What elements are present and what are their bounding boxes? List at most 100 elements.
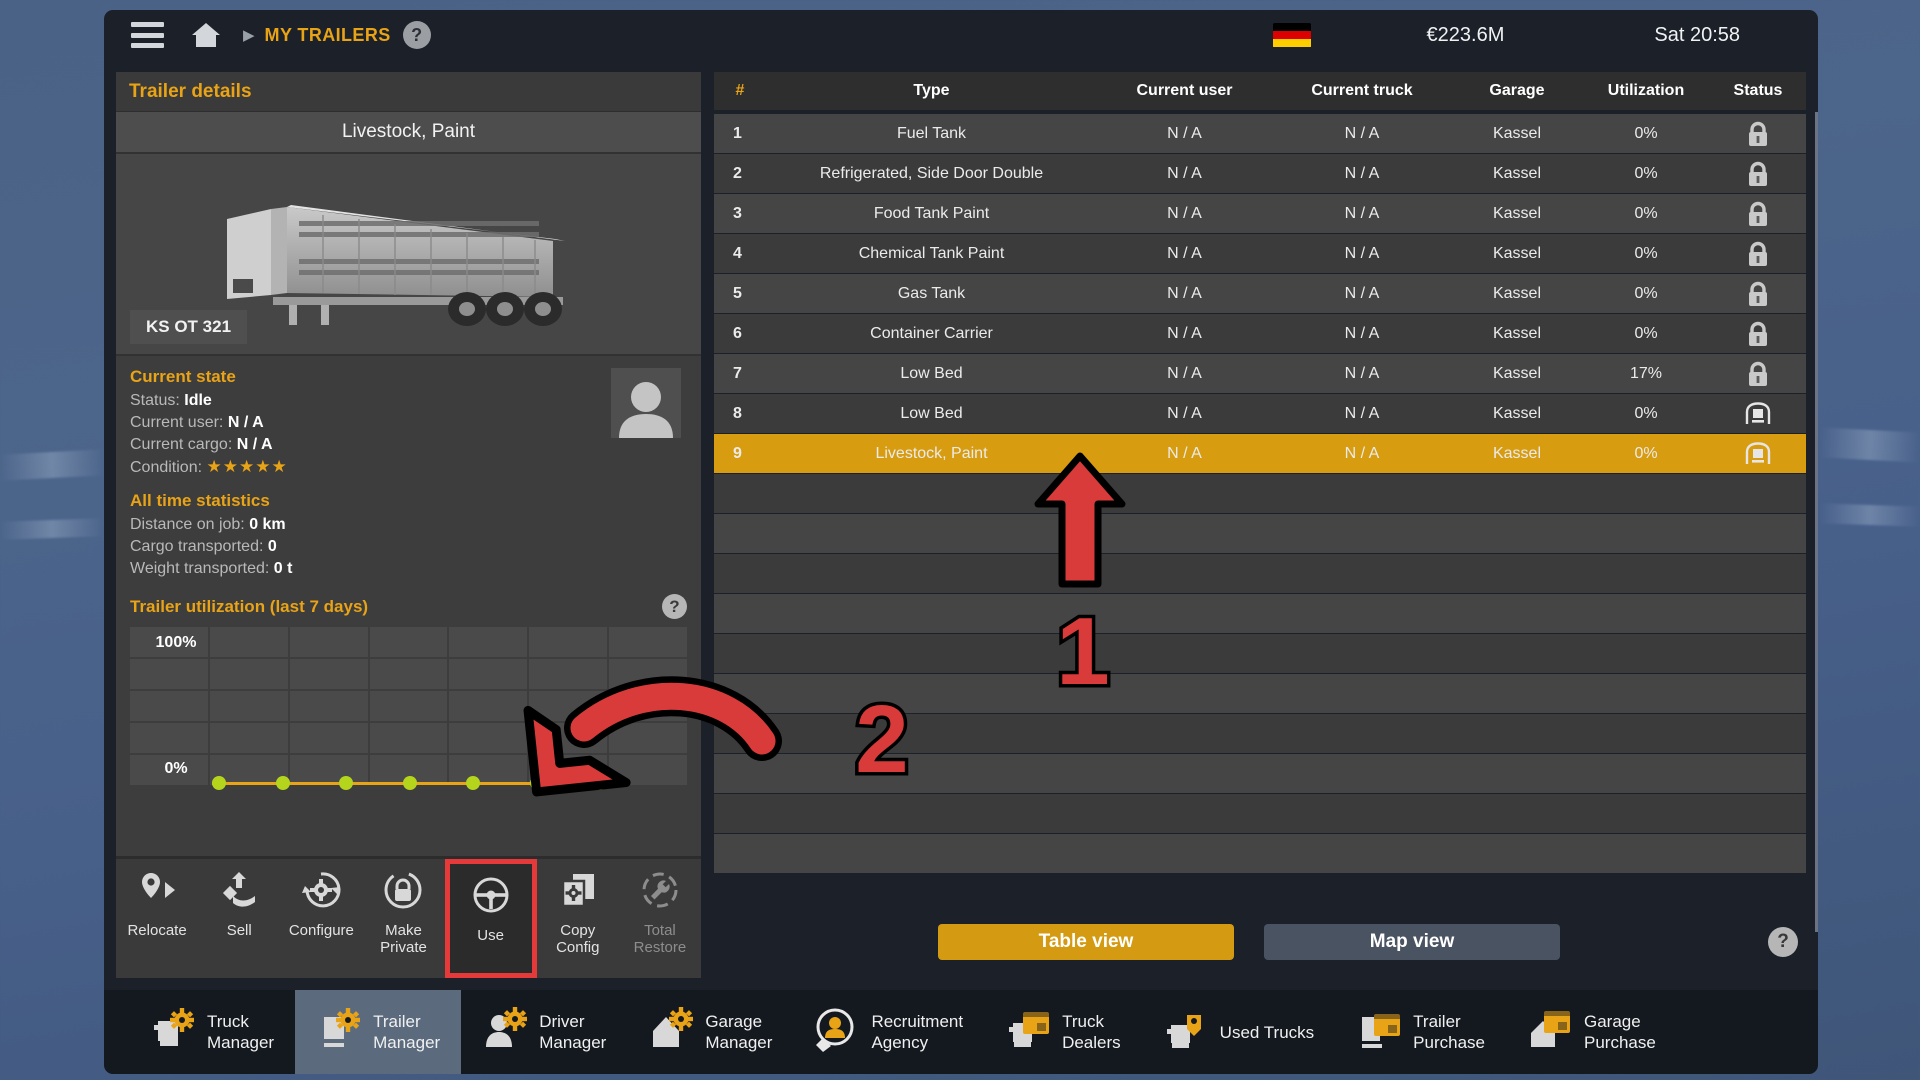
garage-icon bbox=[1710, 401, 1806, 426]
status-row: Status: Idle bbox=[130, 390, 687, 412]
location-pin-arrow-icon bbox=[137, 870, 177, 915]
table-column-header[interactable]: Garage bbox=[1452, 82, 1582, 100]
table-column-header[interactable]: Type bbox=[766, 82, 1097, 100]
table-row[interactable]: 8 Low Bed N / A N / A Kassel 0% bbox=[714, 394, 1806, 433]
table-row[interactable]: 4 Chemical Tank Paint N / A N / A Kassel 0% bbox=[714, 234, 1806, 273]
chart-data-point bbox=[529, 776, 544, 790]
panel-title: Trailer details bbox=[116, 72, 701, 112]
chart-grid-cell bbox=[609, 691, 688, 721]
current-state-section: Current state Status: Idle Current user:… bbox=[116, 356, 701, 485]
table-row[interactable]: 3 Food Tank Paint N / A N / A Kassel 0% bbox=[714, 194, 1806, 233]
chart-data-point bbox=[466, 776, 480, 790]
lock-circle-icon bbox=[383, 870, 423, 915]
action-sell-button[interactable]: Sell bbox=[198, 859, 280, 978]
top-bar: ▶ MY TRAILERS ? €223.6M Sat 20:58 bbox=[104, 10, 1818, 60]
bottom-navigation: Truck Manager Trailer Manager Driver Manager G… bbox=[104, 990, 1818, 1074]
trailer-action-bar: Relocate Sell Configure Make Private Use Copy C… bbox=[116, 856, 701, 978]
nav-item-garage-purchase[interactable]: Garage Purchase bbox=[1506, 990, 1677, 1074]
trailer-name: Livestock, Paint bbox=[116, 112, 701, 154]
nav-item-truck-manager[interactable]: Truck Manager bbox=[129, 990, 295, 1074]
utilization-chart-section: Trailer utilization (last 7 days) ? 100%… bbox=[116, 588, 701, 856]
table-cell: Low Bed bbox=[900, 364, 963, 382]
nav-item-truck-dealers[interactable]: Truck Dealers bbox=[984, 990, 1142, 1074]
table-cell: N / A bbox=[1344, 284, 1380, 302]
nav-item-recruitment-agency[interactable]: Recruitment Agency bbox=[793, 990, 984, 1074]
table-cell: N / A bbox=[1167, 164, 1202, 182]
chart-grid-cell bbox=[529, 627, 608, 657]
nav-item-driver-manager[interactable]: Driver Manager bbox=[461, 990, 627, 1074]
background-streak bbox=[0, 449, 105, 481]
table-row-empty bbox=[714, 474, 1806, 513]
person-search-icon bbox=[814, 1007, 860, 1058]
background-streak bbox=[1819, 503, 1920, 527]
help-icon[interactable]: ? bbox=[402, 21, 431, 49]
wrench-restore-icon bbox=[640, 870, 680, 915]
nav-item-label: Garage Manager bbox=[705, 1012, 773, 1052]
table-row[interactable]: 7 Low Bed N / A N / A Kassel 17% bbox=[714, 354, 1806, 393]
view-help-icon[interactable]: ? bbox=[1768, 927, 1798, 957]
breadcrumb-separator-icon: ▶ bbox=[243, 27, 255, 44]
table-view-button[interactable]: Table view bbox=[938, 924, 1234, 960]
chart-grid-row bbox=[130, 659, 688, 689]
action-configure-button[interactable]: Configure bbox=[280, 859, 362, 978]
nav-item-garage-manager[interactable]: Garage Manager bbox=[627, 990, 793, 1074]
truck-tag-icon bbox=[1005, 1007, 1051, 1058]
chart-grid-cell bbox=[209, 659, 288, 689]
condition-label: Condition: bbox=[130, 459, 203, 476]
table-scrollbar[interactable] bbox=[1815, 112, 1818, 932]
game-clock: Sat 20:58 bbox=[1654, 23, 1740, 46]
action-use-button[interactable]: Use bbox=[444, 859, 537, 978]
hamburger-icon[interactable] bbox=[131, 22, 164, 48]
table-row-empty bbox=[714, 554, 1806, 593]
utilization-chart-header: Trailer utilization (last 7 days) ? bbox=[130, 594, 687, 619]
trailer-table-panel: # Type Current user Current truck Garage Util… bbox=[714, 72, 1818, 978]
table-row[interactable]: 9 Livestock, Paint N / A N / A Kassel 0% bbox=[714, 434, 1806, 473]
chart-grid-cell bbox=[130, 691, 208, 721]
table-row[interactable]: 6 Container Carrier N / A N / A Kassel 0% bbox=[714, 314, 1806, 353]
weight-transported-row: Weight transported: 0 t bbox=[130, 558, 687, 580]
table-cell: Kassel bbox=[1492, 124, 1542, 142]
action-copy-config-button[interactable]: Copy Config bbox=[537, 859, 619, 978]
steering-wheel-icon bbox=[471, 875, 511, 920]
table-cell: 4 bbox=[733, 244, 742, 262]
garage-tag-icon bbox=[1527, 1007, 1573, 1058]
table-column-header[interactable]: Utilization bbox=[1582, 82, 1710, 100]
table-cell: N / A bbox=[1167, 244, 1202, 262]
map-view-button[interactable]: Map view bbox=[1264, 924, 1560, 960]
distance-value: 0 km bbox=[249, 516, 286, 533]
status-value: Idle bbox=[184, 392, 212, 409]
current-cargo-row: Current cargo: N / A bbox=[130, 434, 687, 456]
table-row[interactable]: 1 Fuel Tank N / A N / A Kassel 0% bbox=[714, 114, 1806, 153]
garage-gear-icon bbox=[648, 1006, 694, 1058]
table-row-empty bbox=[714, 794, 1806, 833]
current-cargo-label: Current cargo: bbox=[130, 436, 233, 453]
action-label: Configure bbox=[288, 922, 354, 939]
gear-refresh-icon bbox=[301, 870, 341, 915]
table-cell: N / A bbox=[1344, 404, 1380, 422]
nav-item-label: Garage Purchase bbox=[1583, 1012, 1656, 1052]
current-user-row: Current user: N / A bbox=[130, 412, 687, 434]
sell-hand-icon bbox=[219, 870, 259, 915]
table-cell: 8 bbox=[733, 404, 742, 422]
table-cell: N / A bbox=[1167, 124, 1202, 142]
table-column-header[interactable]: Current user bbox=[1097, 82, 1272, 100]
table-row[interactable]: 2 Refrigerated, Side Door Double N / A N / … bbox=[714, 154, 1806, 193]
action-relocate-button[interactable]: Relocate bbox=[116, 859, 198, 978]
table-column-header[interactable]: # bbox=[714, 82, 766, 100]
chart-help-icon[interactable]: ? bbox=[662, 594, 687, 619]
all-time-statistics-section: All time statistics Distance on job: 0 k… bbox=[116, 485, 701, 588]
table-column-header[interactable]: Status bbox=[1710, 82, 1806, 100]
nav-item-trailer-purchase[interactable]: Trailer Purchase bbox=[1335, 990, 1506, 1074]
action-make-private-button[interactable]: Make Private bbox=[362, 859, 444, 978]
action-label: Use bbox=[477, 927, 504, 944]
nav-item-trailer-manager[interactable]: Trailer Manager bbox=[295, 990, 462, 1074]
breadcrumb[interactable]: MY TRAILERS bbox=[265, 25, 391, 46]
nav-item-used-trucks[interactable]: Used Trucks bbox=[1142, 990, 1335, 1074]
table-row[interactable]: 5 Gas Tank N / A N / A Kassel 0% bbox=[714, 274, 1806, 313]
table-column-header[interactable]: Current truck bbox=[1272, 82, 1452, 100]
table-cell: 3 bbox=[733, 204, 742, 222]
chart-grid-cell bbox=[209, 691, 288, 721]
chart-grid-cell bbox=[529, 691, 608, 721]
home-icon[interactable] bbox=[191, 22, 221, 48]
chart-grid-row bbox=[130, 723, 688, 753]
